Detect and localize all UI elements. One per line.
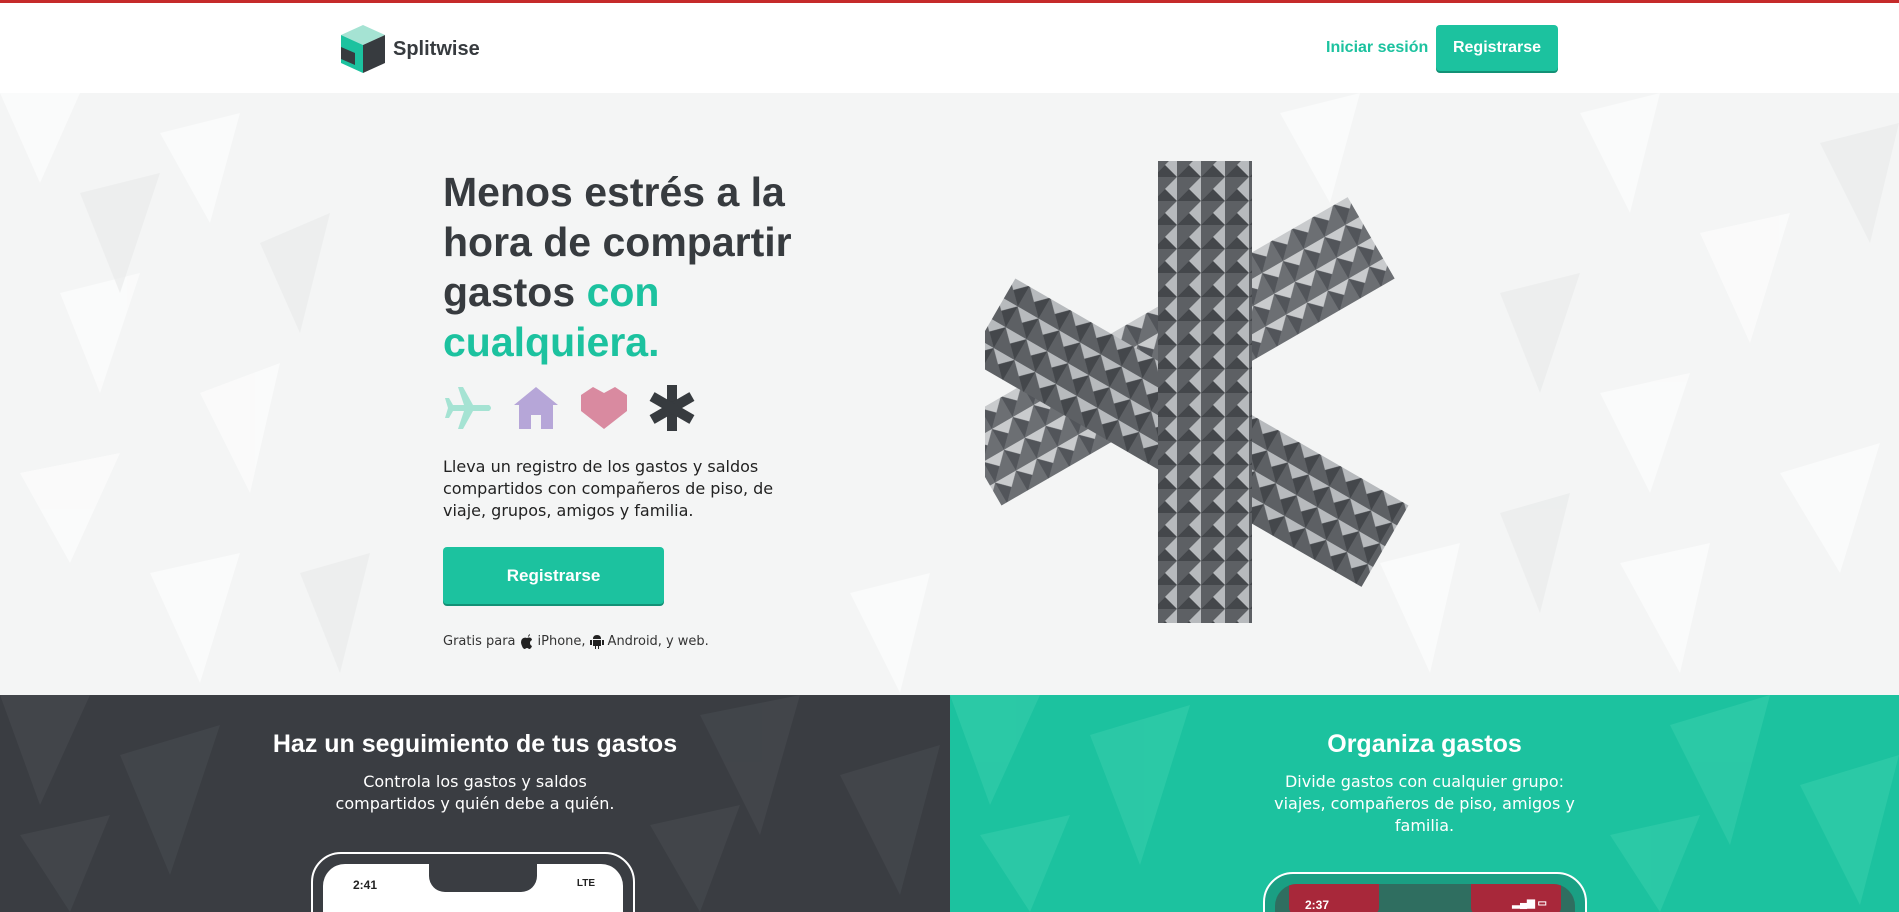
apple-icon <box>520 634 532 649</box>
organize-description: Divide gastos con cualquier grupo: viaje… <box>1274 772 1575 835</box>
feature-organize-expenses: Organiza gastos Divide gastos con cualqu… <box>950 695 1899 912</box>
hero-category-icons <box>443 383 697 433</box>
android-icon <box>589 635 604 649</box>
iphone-link[interactable]: iPhone, <box>538 634 586 649</box>
hero-background-pattern <box>0 93 1899 693</box>
asterisk-icon <box>649 385 695 431</box>
organize-title: Organiza gastos <box>1327 730 1522 758</box>
phone-mockup-track: 2:41 LTE <box>311 852 635 912</box>
hero-description: Lleva un registro de los gastos y saldos… <box>443 457 774 520</box>
phone-status-icons: ▂▄▆ ▭ <box>1512 898 1547 909</box>
hero-signup-button[interactable]: Registrarse <box>443 547 664 604</box>
header-signup-button[interactable]: Registrarse <box>1436 25 1558 71</box>
phone-mockup-organize: 2:37 ▂▄▆ ▭ <box>1263 872 1587 912</box>
phone-time: 2:37 <box>1305 898 1330 912</box>
feature-track-expenses: Haz un seguimiento de tus gastos Control… <box>0 695 950 912</box>
brand-name: Splitwise <box>393 37 480 60</box>
track-description: Controla los gastos y saldos compartidos… <box>335 772 615 813</box>
splitwise-logo-icon <box>341 25 385 73</box>
phone-notch <box>429 862 537 892</box>
brand-logo[interactable]: Splitwise <box>341 25 480 73</box>
site-header: Splitwise Iniciar sesión Registrarse <box>0 3 1899 93</box>
platforms-prefix: Gratis para <box>443 634 516 649</box>
phone-status: LTE <box>576 878 595 889</box>
phone-screen: 2:37 ▂▄▆ ▭ <box>1275 884 1575 912</box>
phone-header-tab <box>1289 884 1379 912</box>
house-icon <box>514 387 558 429</box>
asterisk-bars <box>985 161 1409 623</box>
phone-screen: 2:41 LTE <box>323 862 623 912</box>
login-link[interactable]: Iniciar sesión <box>1326 39 1428 57</box>
web-link[interactable]: y web. <box>666 634 709 649</box>
hero-heading: Menos estrés a la hora de compartir gast… <box>443 167 863 367</box>
airplane-icon <box>445 387 491 429</box>
phone-time: 2:41 <box>353 878 378 892</box>
android-link[interactable]: Android, <box>608 634 662 649</box>
platform-availability: Gratis para iPhone, Android, y web. <box>443 634 709 649</box>
heart-icon <box>581 387 627 429</box>
track-title: Haz un seguimiento de tus gastos <box>272 730 678 758</box>
hero-section: Menos estrés a la hora de compartir gast… <box>0 93 1899 695</box>
hero-asterisk-illustration <box>985 161 1409 623</box>
